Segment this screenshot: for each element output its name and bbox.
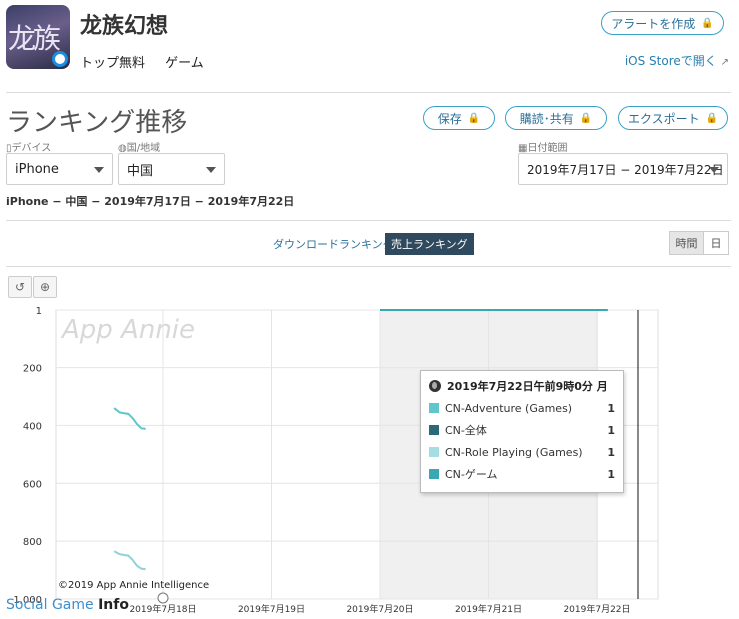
app-icon: 龙族 [6,5,70,69]
tooltip-row-label: CN-Adventure (Games) [445,401,573,415]
y-tick-label: 400 [23,421,42,432]
series-swatch [429,403,439,413]
tab-revenue-ranking[interactable]: 売上ランキング [385,233,474,255]
tencent-badge-icon [52,51,68,67]
divider [6,92,731,93]
date-range-select[interactable]: 2019年7月17日 − 2019年7月22日 [518,153,728,185]
y-tick-label: 600 [23,479,42,490]
export-button-label: エクスポート [627,111,700,126]
save-button-label: 保存 [437,111,462,126]
globe-icon [429,380,441,392]
date-range-label: ▦日付範囲 [518,139,567,154]
device-select-value: iPhone [15,161,59,177]
tooltip-row: CN-ゲーム 1 [429,465,615,483]
subscribe-share-label: 購読･共有 [519,111,574,126]
country-label: ◍国/地域 [118,139,160,154]
x-tick-label: 2019年7月22日 [563,603,630,615]
tooltip-row-value: 1 [607,423,615,437]
ios-store-link[interactable]: iOS Storeで開く ↗ [625,52,729,69]
brand-social: Social Game [6,597,99,613]
x-tick-label: 2019年7月21日 [455,603,522,615]
tooltip-title: 2019年7月22日午前9時0分 月 [447,380,608,393]
tooltip-row-label: CN-Role Playing (Games) [445,445,583,459]
range-handle[interactable] [157,592,169,604]
app-annie-watermark: App Annie [62,315,196,345]
app-meta: トップ無料 ゲーム [80,52,220,71]
tooltip-row-value: 1 [607,467,615,481]
granularity-hour-button[interactable]: 時間 [669,231,704,255]
chevron-down-icon [94,167,104,173]
granularity-day-button[interactable]: 日 [703,231,729,255]
x-tick-label: 2019年7月18日 [129,603,196,615]
app-name: 龙族幻想 [80,14,169,39]
app-ranking-category[interactable]: トップ無料 [80,56,145,71]
y-tick-label: 800 [23,537,42,548]
save-button[interactable]: 保存 🔒 [423,106,495,130]
app-icon-logo-text: 龙族 [8,22,61,55]
x-tick-label: 2019年7月20日 [346,603,413,615]
lock-icon: 🔒 [705,112,719,124]
tooltip-row-label: CN-ゲーム [445,468,498,481]
create-alert-label: アラートを作成 [611,16,696,31]
country-select[interactable]: 中国 [118,153,225,185]
device-select[interactable]: iPhone [6,153,113,185]
chevron-down-icon [709,167,719,173]
chevron-down-icon [206,167,216,173]
brand-info: Info [98,597,129,613]
chart-tooltip: 2019年7月22日午前9時0分 月 CN-Adventure (Games) 1… [420,370,624,493]
lock-icon: 🔒 [467,112,481,124]
selection-summary: iPhone − 中国 − 2019年7月17日 − 2019年7月22日 [6,195,295,208]
create-alert-button[interactable]: アラートを作成 🔒 [601,11,724,35]
tooltip-row-label: CN-全体 [445,424,487,437]
zoom-in-icon: ⊕ [39,280,51,294]
tooltip-row: CN-Role Playing (Games) 1 [429,443,615,461]
ios-store-link-label: iOS Storeで開く [624,54,717,68]
tooltip-row-value: 1 [607,401,615,415]
series-swatch [429,469,439,479]
series-swatch [429,425,439,435]
socialgameinfo-watermark: Social Game Info [6,597,129,613]
zoom-button[interactable]: ⊕ [33,276,57,298]
app-genre[interactable]: ゲーム [165,56,204,71]
divider [6,220,731,221]
y-tick-label: 200 [23,364,42,375]
section-title: ランキング推移 [6,108,188,138]
country-select-value: 中国 [127,163,154,179]
subscribe-share-button[interactable]: 購読･共有 🔒 [505,106,607,130]
tab-download-ranking[interactable]: ダウンロードランキング [273,236,394,252]
tooltip-row: CN-Adventure (Games) 1 [429,399,615,417]
tooltip-row-value: 1 [607,445,615,459]
reset-zoom-button[interactable]: ↺ [8,276,32,298]
undo-icon: ↺ [14,280,26,294]
lock-icon: 🔒 [579,112,593,124]
date-range-value: 2019年7月17日 − 2019年7月22日 [527,162,724,177]
divider [6,266,731,267]
device-label: ▯デバイス [6,139,51,154]
y-tick-label: 1 [36,306,42,317]
copyright: ©2019 App Annie Intelligence [58,580,210,591]
ranking-chart[interactable]: 12004006008001,000 2019年7月18日 2019年7月19日 2… [0,300,739,619]
external-link-icon: ↗ [720,57,729,68]
x-tick-label: 2019年7月19日 [238,603,305,615]
export-button[interactable]: エクスポート 🔒 [618,106,728,130]
tooltip-header: 2019年7月22日午前9時0分 月 [429,378,608,394]
series-swatch [429,447,439,457]
lock-icon: 🔒 [701,17,714,29]
tooltip-row: CN-全体 1 [429,421,615,439]
